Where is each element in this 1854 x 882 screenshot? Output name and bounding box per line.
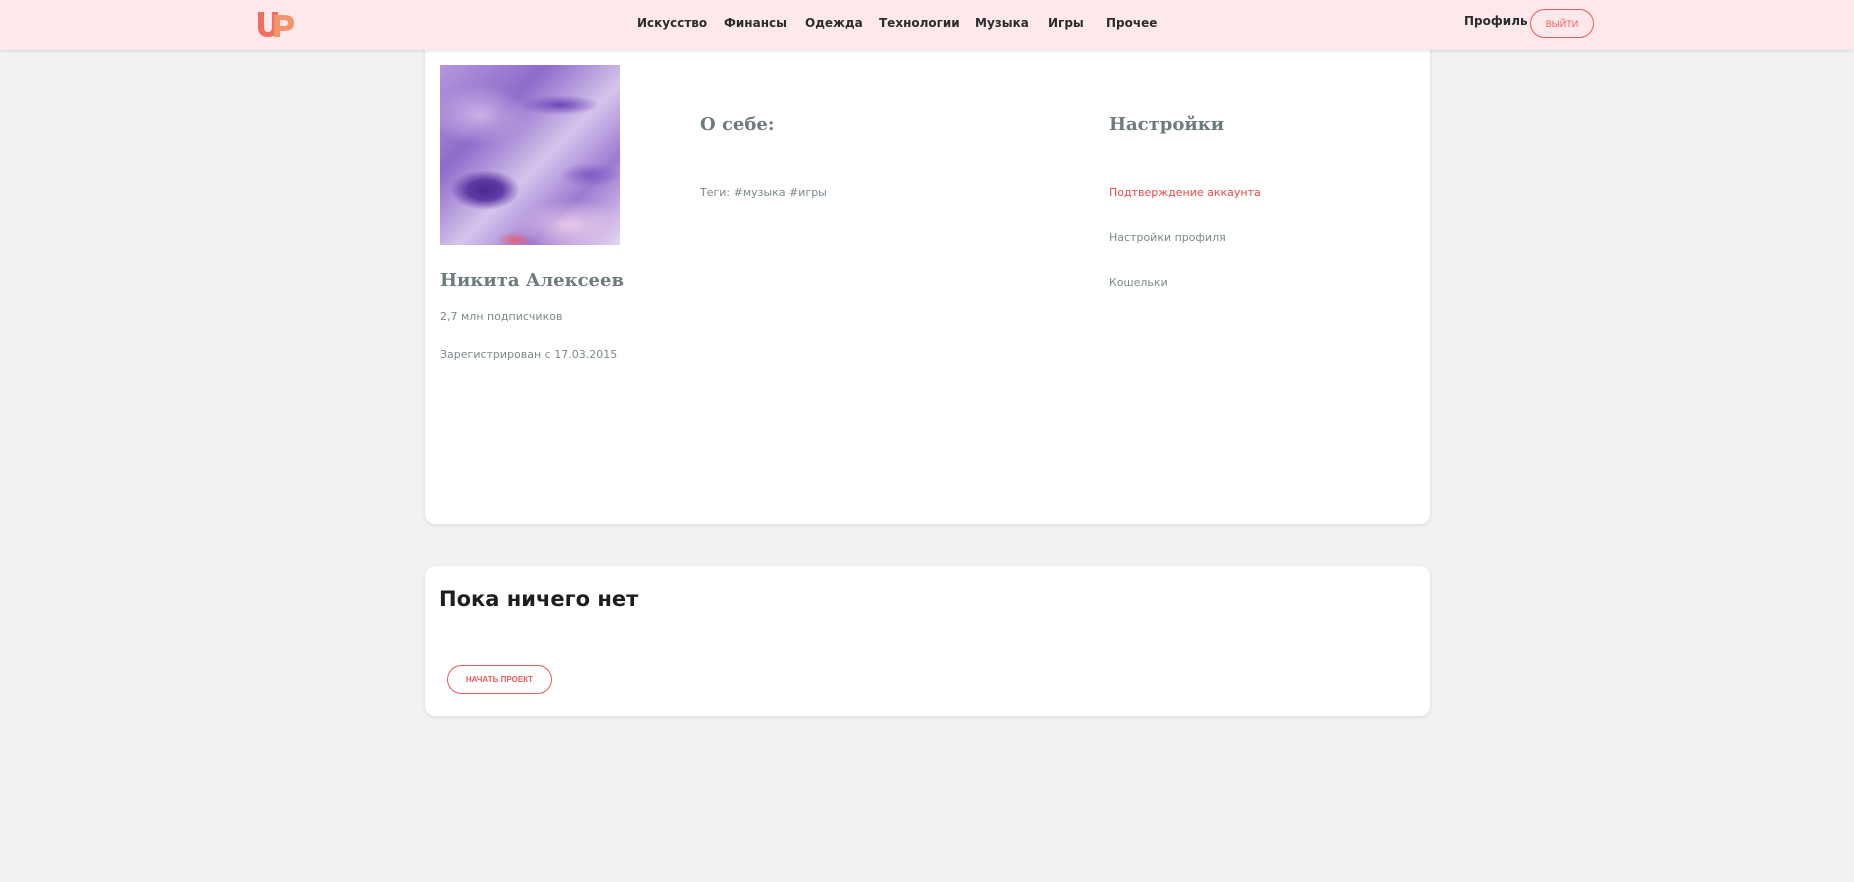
top-header: Искусство Финансы Одежда Технологии Музы… — [0, 0, 1854, 50]
nav-item-other[interactable]: Прочее — [1106, 16, 1157, 30]
avatar — [440, 65, 620, 245]
about-title: О себе: — [700, 114, 775, 135]
up-logo-icon[interactable] — [256, 9, 296, 39]
empty-projects-title: Пока ничего нет — [439, 587, 639, 611]
profile-settings-link[interactable]: Настройки профиля — [1109, 231, 1226, 244]
profile-name: Никита Алексеев — [440, 270, 624, 291]
profile-tags: Теги: #музыка #игры — [700, 186, 827, 199]
profile-link[interactable]: Профиль — [1464, 14, 1528, 28]
nav-item-clothing[interactable]: Одежда — [805, 16, 863, 30]
wallets-link[interactable]: Кошельки — [1109, 276, 1168, 289]
nav-item-games[interactable]: Игры — [1048, 16, 1084, 30]
nav-item-technology[interactable]: Технологии — [879, 16, 960, 30]
registration-date: Зарегистрирован с 17.03.2015 — [440, 348, 618, 361]
profile-card: Никита Алексеев 2,7 млн подписчиков Заре… — [425, 40, 1430, 524]
nav-item-art[interactable]: Искусство — [637, 16, 707, 30]
subscribers-count: 2,7 млн подписчиков — [440, 310, 563, 323]
account-verification-link[interactable]: Подтверждение аккаунта — [1109, 186, 1261, 199]
nav-item-music[interactable]: Музыка — [975, 16, 1029, 30]
start-project-button[interactable]: начать проект — [447, 665, 552, 694]
settings-title: Настройки — [1109, 114, 1225, 135]
logout-button[interactable]: выйти — [1530, 9, 1594, 38]
nav-item-finance[interactable]: Финансы — [724, 16, 787, 30]
projects-card: Пока ничего нет начать проект — [425, 566, 1430, 716]
